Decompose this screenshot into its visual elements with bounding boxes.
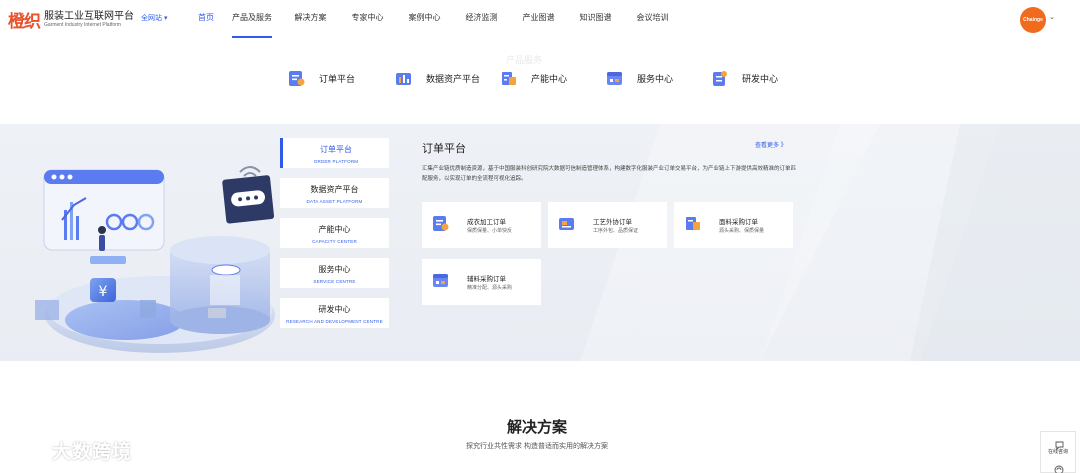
card-subtitle: 保质保量、小单快反: [467, 228, 513, 234]
category-order-label: 订单平台: [319, 74, 356, 84]
card-title: 辅料采购订单: [467, 276, 506, 283]
main-nav: 首页 产品及服务 解决方案 专家中心 案例中心 经济监测 产业图谱 知识图谱 会…: [180, 0, 681, 38]
tab-label: 数据资产平台: [310, 185, 359, 194]
content-title: 订单平台: [422, 143, 466, 155]
category-capacity[interactable]: 产能中心: [500, 70, 567, 87]
solutions-title: 解决方案: [506, 419, 567, 436]
nav-solutions[interactable]: 解决方案: [282, 0, 339, 38]
nav-experts[interactable]: 专家中心: [339, 0, 396, 38]
card-craft-order[interactable]: 工艺外协订单 工序外包、品质保证: [548, 202, 667, 248]
order-icon: [288, 70, 305, 87]
card-fabric-order[interactable]: 面料采购订单 源头采购、保质保量: [674, 202, 793, 248]
tab-order-platform[interactable]: 订单平台 ORDER PLATFORM: [280, 138, 389, 168]
tab-label: 订单平台: [320, 145, 352, 154]
tab-rnd[interactable]: 研发中心 RESEARCH AND DEVELOPMENT CENTRE: [280, 298, 389, 328]
tab-service[interactable]: 服务中心 SERVICE CENTRE: [280, 258, 389, 288]
svg-text:¥: ¥: [99, 284, 108, 300]
nav-products[interactable]: 产品及服务: [232, 0, 272, 38]
watermark-text: 大数跨境: [52, 442, 133, 463]
consult-label: 在线咨询: [1047, 449, 1068, 455]
watermark-logo-icon: [9, 441, 47, 459]
rnd-icon: [711, 70, 728, 87]
category-capacity-label: 产能中心: [531, 74, 568, 84]
nav-home[interactable]: 首页: [180, 0, 232, 38]
solutions-subtitle: 探究行业共性需求 构造普适而实用的解决方案: [466, 443, 608, 450]
card-accessory-order[interactable]: 辅料采购订单 精准分配、源头采购: [422, 259, 541, 305]
garment-order-icon: [432, 215, 449, 232]
category-service-label: 服务中心: [637, 74, 674, 84]
card-subtitle: 源头采购、保质保量: [719, 228, 765, 234]
nav-industry-map[interactable]: 产业图谱: [510, 0, 567, 38]
logo-subtitle: Garment Industry Internet Platform: [44, 21, 121, 28]
capacity-icon: [500, 70, 517, 87]
logo-mark: 橙织: [8, 12, 41, 32]
nav-economy[interactable]: 经济监测: [453, 0, 510, 38]
tab-sublabel: ORDER PLATFORM: [313, 159, 359, 164]
tab-label: 研发中心: [318, 305, 351, 314]
category-order[interactable]: 订单平台: [288, 70, 355, 87]
user-avatar[interactable]: Chainge: [1020, 7, 1046, 33]
tab-label: 产能中心: [318, 225, 351, 234]
content-description: 汇集产业链优质制造资源，基于中国服装科创研究院大数据可信制造管理体系，构建数字化…: [422, 166, 797, 182]
card-title: 成衣加工订单: [467, 219, 506, 226]
tab-data-asset[interactable]: 数据资产平台 DATA ASSET PLATFORM: [280, 178, 389, 208]
top-header: 橙织 服装工业互联网平台 Garment Industry Internet P…: [0, 0, 1080, 38]
nav-knowledge-map[interactable]: 知识图谱: [567, 0, 624, 38]
nav-cases[interactable]: 案例中心: [396, 0, 453, 38]
tab-sublabel: CAPACITY CENTER: [312, 239, 357, 244]
category-rnd-label: 研发中心: [742, 74, 779, 84]
tab-sublabel: DATA ASSET PLATFORM: [306, 199, 363, 204]
card-title: 面料采购订单: [719, 219, 758, 226]
card-garment-order[interactable]: 成衣加工订单 保质保量、小单快反: [422, 202, 541, 248]
accessory-order-icon: [432, 272, 449, 289]
site-logo[interactable]: 橙织 服装工业互联网平台 Garment Industry Internet P…: [8, 7, 134, 33]
craft-order-icon: [558, 215, 575, 232]
fabric-order-icon: [684, 215, 701, 232]
platform-illustration: ¥: [35, 166, 275, 353]
category-data-asset[interactable]: 数据资产平台: [395, 70, 480, 87]
nav-training[interactable]: 会议培训: [624, 0, 681, 38]
service-icon: [606, 70, 623, 87]
section-ghost-title: 产品服务: [506, 55, 543, 65]
chevron-down-icon[interactable]: ⌄: [1049, 13, 1055, 21]
tab-capacity[interactable]: 产能中心 CAPACITY CENTER: [280, 218, 389, 248]
category-rnd[interactable]: 研发中心: [711, 70, 778, 87]
logo-title: 服装工业互联网平台: [44, 10, 134, 22]
category-data-asset-label: 数据资产平台: [426, 74, 481, 84]
customer-service-icon[interactable]: [1054, 462, 1064, 473]
tab-label: 服务中心: [318, 265, 351, 274]
data-asset-icon: [395, 70, 412, 87]
watermark: 大数跨境: [8, 437, 132, 464]
card-subtitle: 工序外包、品质保证: [593, 228, 639, 234]
card-subtitle: 精准分配、源头采购: [467, 285, 513, 291]
category-service[interactable]: 服务中心: [606, 70, 673, 87]
site-switch-dropdown[interactable]: 全网站 ▾: [141, 13, 167, 23]
view-more-link[interactable]: 查看更多 》: [755, 140, 787, 149]
tab-sublabel: SERVICE CENTRE: [313, 279, 356, 284]
tab-sublabel: RESEARCH AND DEVELOPMENT CENTRE: [286, 319, 383, 324]
card-title: 工艺外协订单: [593, 219, 632, 226]
online-consult-panel[interactable]: 在线咨询: [1040, 431, 1076, 473]
